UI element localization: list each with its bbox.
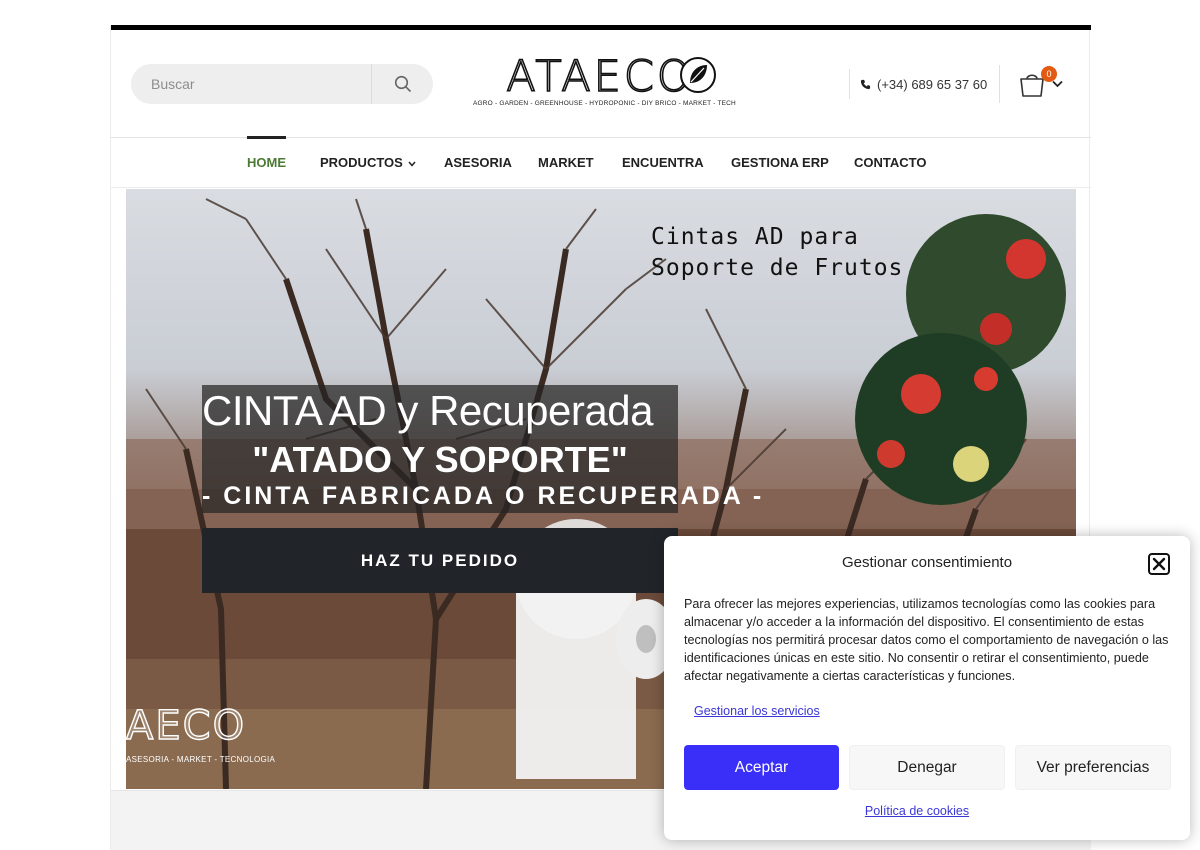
cookie-consent-dialog: Gestionar consentimiento Para ofrecer la… <box>664 536 1190 840</box>
hero-watermark-tagline: ASESORIA - MARKET - TECNOLOGIA <box>126 755 276 764</box>
phone-contact[interactable]: (+34) 689 65 37 60 <box>849 69 987 99</box>
nav-label: GESTIONA ERP <box>731 155 829 170</box>
phone-number: (+34) 689 65 37 60 <box>877 76 988 92</box>
chevron-down-icon <box>1052 80 1063 88</box>
nav-label: CONTACTO <box>854 155 927 170</box>
consent-description: Para ofrecer las mejores experiencias, u… <box>684 597 1169 683</box>
leaf-icon <box>680 57 716 93</box>
nav-item-productos[interactable]: PRODUCTOS <box>320 138 417 188</box>
phone-icon <box>860 79 871 89</box>
cookie-policy-link[interactable]: Política de cookies <box>664 804 1170 818</box>
page: ATAECO AGRO - GARDEN - GREENHOUSE - HYDR… <box>0 0 1200 850</box>
order-button[interactable]: HAZ TU PEDIDO <box>202 528 678 593</box>
deny-button[interactable]: Denegar <box>849 745 1005 790</box>
nav-item-gestiona-erp[interactable]: GESTIONA ERP <box>731 138 829 188</box>
consent-title: Gestionar consentimiento <box>841 554 1013 571</box>
close-icon <box>1152 557 1166 571</box>
hero-subtitle-secondary: - CINTA FABRICADA O RECUPERADA - <box>202 482 765 510</box>
main-nav: HOME PRODUCTOS ASESORIA MARKET ENCUENTRA… <box>111 136 1091 188</box>
manage-services-link[interactable]: Gestionar los servicios <box>694 704 820 718</box>
logo-tagline: AGRO - GARDEN - GREENHOUSE - HYDROPONIC … <box>473 100 736 107</box>
cart-count-badge: 0 <box>1041 66 1057 82</box>
nav-label: PRODUCTOS <box>320 155 403 170</box>
hero-subtitle: "ATADO Y SOPORTE" <box>252 439 628 480</box>
search-button[interactable] <box>371 64 433 104</box>
hero-tagline: Cintas AD para Soporte de Frutos <box>651 224 904 281</box>
nav-item-asesoria[interactable]: ASESORIA <box>444 138 512 188</box>
preferences-button[interactable]: Ver preferencias <box>1015 745 1171 790</box>
site-logo[interactable]: ATAECO AGRO - GARDEN - GREENHOUSE - HYDR… <box>473 50 736 112</box>
nav-item-market[interactable]: MARKET <box>538 138 594 188</box>
nav-label: MARKET <box>538 155 594 170</box>
nav-label: HOME <box>247 155 286 170</box>
nav-label: ENCUENTRA <box>622 155 704 170</box>
chevron-down-icon <box>408 161 417 167</box>
header: ATAECO AGRO - GARDEN - GREENHOUSE - HYDR… <box>111 30 1091 138</box>
nav-label: ASESORIA <box>444 155 512 170</box>
nav-item-encuentra[interactable]: ENCUENTRA <box>622 138 704 188</box>
close-button[interactable] <box>1148 553 1170 575</box>
search-icon <box>394 75 411 93</box>
nav-item-contacto[interactable]: CONTACTO <box>854 138 926 188</box>
hero-watermark-logo: AECO <box>126 702 247 749</box>
search-input[interactable] <box>131 64 371 104</box>
hero-title: CINTA AD y Recuperada <box>202 387 653 434</box>
search-bar <box>131 64 433 104</box>
cart-button[interactable]: 0 <box>999 65 1063 103</box>
nav-item-home[interactable]: HOME <box>247 136 286 188</box>
accept-button[interactable]: Aceptar <box>684 745 839 790</box>
